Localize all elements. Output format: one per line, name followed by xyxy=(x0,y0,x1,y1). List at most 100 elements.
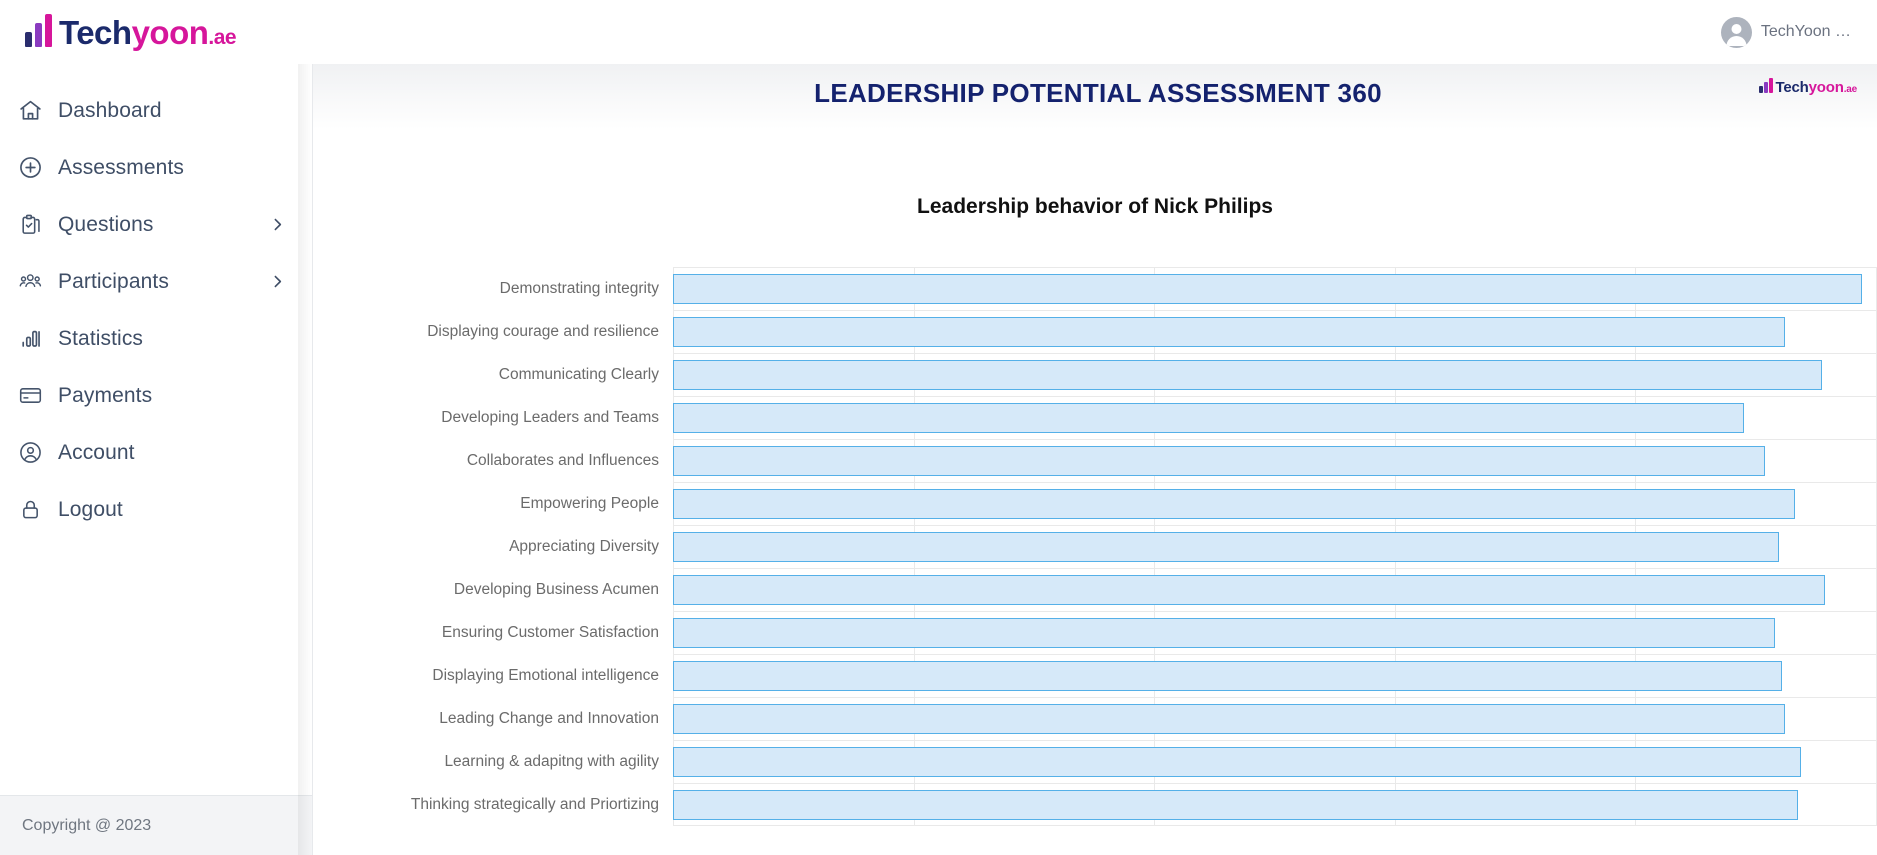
sidebar-item-logout[interactable]: Logout xyxy=(0,481,312,538)
chart-track xyxy=(673,439,1877,482)
chart-category-label: Displaying Emotional intelligence xyxy=(432,666,659,684)
chart-track xyxy=(673,783,1877,826)
sidebar-footer: Copyright @ 2023 xyxy=(0,795,312,855)
chart-row: Developing Business Acumen xyxy=(313,568,1877,611)
chart-category-label: Empowering People xyxy=(520,494,659,512)
chart-category-label: Leading Change and Innovation xyxy=(439,709,659,727)
sidebar-label: Questions xyxy=(58,212,154,236)
sidebar-label: Statistics xyxy=(58,326,144,350)
body-row: Dashboard Assessments Questions Particip… xyxy=(0,64,1877,855)
chart-row: Developing Leaders and Teams xyxy=(313,396,1877,439)
chart-bar xyxy=(673,274,1862,304)
sidebar-label: Assessments xyxy=(58,155,184,179)
brand-part-2: yoon xyxy=(131,13,209,51)
chevron-right-icon[interactable] xyxy=(269,216,286,233)
chart-row: Collaborates and Influences xyxy=(313,439,1877,482)
brand-wordmark: Techyoon.ae xyxy=(59,13,237,51)
chevron-right-icon[interactable] xyxy=(269,273,286,290)
chart-category-label: Developing Leaders and Teams xyxy=(441,408,659,426)
sidebar-label: Dashboard xyxy=(58,98,162,122)
sidebar-item-questions[interactable]: Questions xyxy=(0,196,312,253)
clipboard-check-icon xyxy=(18,212,58,237)
chart-row: Communicating Clearly xyxy=(313,353,1877,396)
chart-row: Appreciating Diversity xyxy=(313,525,1877,568)
page-title: LEADERSHIP POTENTIAL ASSESSMENT 360 xyxy=(814,78,1382,108)
chart-category-label: Ensuring Customer Satisfaction xyxy=(441,623,659,641)
chart-category-label: Learning & adapitng with agility xyxy=(444,752,659,770)
brand-suffix: .ae xyxy=(208,25,237,49)
chart-track xyxy=(673,267,1877,310)
sidebar-item-assessments[interactable]: Assessments xyxy=(0,139,312,196)
sidebar-item-participants[interactable]: Participants xyxy=(0,253,312,310)
chart-category-label: Developing Business Acumen xyxy=(453,580,659,598)
user-menu[interactable]: TechYoon … xyxy=(1720,16,1855,48)
chart-row: Empowering People xyxy=(313,482,1877,525)
bar-chart-icon xyxy=(18,326,58,351)
chart-row: Learning & adapitng with agility xyxy=(313,740,1877,783)
chart-row: Ensuring Customer Satisfaction xyxy=(313,611,1877,654)
chart-track xyxy=(673,396,1877,439)
chart-track xyxy=(673,482,1877,525)
chart-category-label: Collaborates and Influences xyxy=(466,451,659,469)
user-circle-icon xyxy=(18,440,58,465)
sidebar-nav: Dashboard Assessments Questions Particip… xyxy=(0,64,312,795)
sidebar-label: Payments xyxy=(58,383,153,407)
chart-category-label: Communicating Clearly xyxy=(498,365,659,383)
main-content: LEADERSHIP POTENTIAL ASSESSMENT 360 Tech… xyxy=(313,64,1877,855)
mini-brand-part-2: yoon xyxy=(1808,79,1844,96)
chart-row: Leading Change and Innovation xyxy=(313,697,1877,740)
chart-track xyxy=(673,697,1877,740)
chart-row: Displaying courage and resilience xyxy=(313,310,1877,353)
chart-bar xyxy=(673,747,1802,777)
chart-bar xyxy=(673,317,1785,347)
chart-bar xyxy=(673,360,1822,390)
sidebar-label: Participants xyxy=(58,269,169,293)
chart-bar xyxy=(673,446,1766,476)
credit-card-icon xyxy=(18,383,58,408)
chart-track xyxy=(673,353,1877,396)
chart-row: Thinking strategically and Priortizing xyxy=(313,783,1877,826)
sidebar-item-account[interactable]: Account xyxy=(0,424,312,481)
bar-chart-logo-icon xyxy=(25,13,52,49)
mini-brand-suffix: .ae xyxy=(1843,84,1858,95)
chart-bar xyxy=(673,661,1783,691)
mini-bar-chart-icon xyxy=(1759,78,1773,95)
chart-title: Leadership behavior of Nick Philips xyxy=(917,195,1273,218)
brand-part-1: Tech xyxy=(59,13,132,51)
chart-row: Displaying Emotional intelligence xyxy=(313,654,1877,697)
chart-track xyxy=(673,611,1877,654)
chart-track xyxy=(673,654,1877,697)
sidebar-label: Account xyxy=(58,440,135,464)
home-icon xyxy=(18,98,58,123)
chart-bar xyxy=(673,532,1779,562)
chart-track xyxy=(673,740,1877,783)
sidebar-label: Logout xyxy=(58,497,123,521)
chart-bar xyxy=(673,575,1826,605)
brand-logo[interactable]: Techyoon.ae xyxy=(22,13,237,51)
chart-category-label: Appreciating Diversity xyxy=(509,537,659,555)
chart-track xyxy=(673,310,1877,353)
plus-circle-icon xyxy=(18,155,58,180)
sidebar-item-dashboard[interactable]: Dashboard xyxy=(0,82,312,139)
chart-bar xyxy=(673,790,1798,820)
sidebar-item-statistics[interactable]: Statistics xyxy=(0,310,312,367)
sidebar: Dashboard Assessments Questions Particip… xyxy=(0,64,313,855)
chart-category-label: Thinking strategically and Priortizing xyxy=(410,795,659,813)
chart-bar xyxy=(673,704,1785,734)
mini-brand-part-1: Tech xyxy=(1775,79,1809,96)
user-avatar-icon xyxy=(1720,16,1752,48)
top-bar: Techyoon.ae TechYoon … xyxy=(0,0,1877,64)
content-header: LEADERSHIP POTENTIAL ASSESSMENT 360 Tech… xyxy=(313,64,1877,219)
users-group-icon xyxy=(18,269,58,294)
horizontal-bar-chart: Demonstrating integrity Displaying courag… xyxy=(313,267,1877,826)
lock-icon xyxy=(18,497,58,522)
chart-bar xyxy=(673,618,1775,648)
app-root: Techyoon.ae TechYoon … Dashboard Assessm… xyxy=(0,0,1877,855)
mini-brand-wordmark: Techyoon.ae xyxy=(1775,79,1858,96)
sidebar-item-payments[interactable]: Payments xyxy=(0,367,312,424)
chart-bar xyxy=(673,403,1744,433)
chart-bar xyxy=(673,489,1796,519)
user-name-label: TechYoon … xyxy=(1760,23,1851,40)
techyoon-mini-logo-icon: Techyoon.ae xyxy=(1759,78,1858,96)
copyright-label: Copyright @ 2023 xyxy=(22,816,152,834)
